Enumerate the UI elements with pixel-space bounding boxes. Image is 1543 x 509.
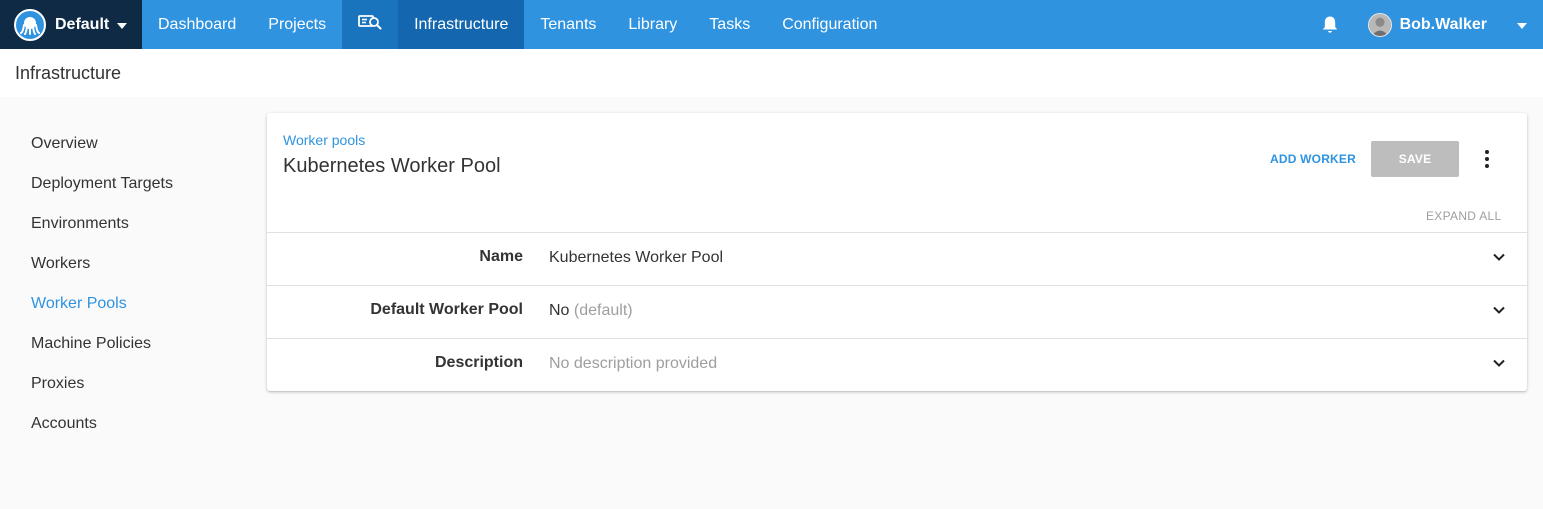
menu-dot	[1485, 150, 1489, 154]
sidebar-item-workers[interactable]: Workers	[31, 244, 251, 284]
row-label: Default Worker Pool	[370, 301, 523, 318]
server-search-icon	[358, 13, 382, 36]
sidebar-item-environments[interactable]: Environments	[31, 204, 251, 244]
avatar	[1367, 12, 1392, 37]
add-worker-button[interactable]: ADD WORKER	[1270, 152, 1356, 166]
user-menu[interactable]: Bob.Walker	[1352, 0, 1543, 49]
username: Bob.Walker	[1399, 15, 1487, 33]
page-title-worker-pool: Kubernetes Worker Pool	[283, 155, 501, 177]
chevron-down-icon	[1493, 253, 1505, 261]
chevron-down-icon	[1517, 22, 1527, 29]
chevron-down-icon	[1493, 306, 1505, 314]
expander-row-name[interactable]: Name Kubernetes Worker Pool	[267, 232, 1527, 285]
sidebar-item-accounts[interactable]: Accounts	[31, 404, 251, 444]
sidebar-item-proxies[interactable]: Proxies	[31, 364, 251, 404]
notifications-bell-icon[interactable]	[1308, 0, 1352, 49]
value-hint: (default)	[573, 302, 633, 319]
row-label: Name	[479, 248, 523, 265]
sidebar: Overview Deployment Targets Environments…	[31, 124, 251, 444]
space-name: Default	[55, 15, 110, 33]
save-button[interactable]: SAVE	[1371, 141, 1459, 177]
nav-tasks[interactable]: Tasks	[693, 0, 766, 49]
octopus-logo-icon	[14, 8, 46, 41]
nav-tenants[interactable]: Tenants	[524, 0, 612, 49]
overflow-menu-icon[interactable]	[1475, 145, 1499, 173]
menu-dot	[1485, 164, 1489, 168]
expander-row-default-worker-pool[interactable]: Default Worker Pool No (default)	[267, 285, 1527, 338]
sidebar-item-overview[interactable]: Overview	[31, 124, 251, 164]
nav-library[interactable]: Library	[612, 0, 693, 49]
value-hint: No description provided	[549, 355, 718, 372]
sidebar-item-deployment-targets[interactable]: Deployment Targets	[31, 164, 251, 204]
row-value: Kubernetes Worker Pool	[549, 249, 723, 267]
caret-down-icon	[117, 22, 128, 29]
nav-configuration[interactable]: Configuration	[766, 0, 893, 49]
nav-projects[interactable]: Projects	[252, 0, 342, 49]
nav-dashboard[interactable]: Dashboard	[142, 0, 252, 49]
page-header: Infrastructure	[0, 49, 1543, 97]
nav-search[interactable]	[342, 0, 399, 49]
row-value: No (default)	[549, 302, 633, 320]
menu-dot	[1485, 157, 1489, 161]
chevron-down-icon	[1493, 359, 1505, 367]
value-text: No	[549, 302, 570, 319]
space-switcher[interactable]: Default	[0, 0, 142, 49]
value-text: Kubernetes Worker Pool	[549, 249, 724, 266]
expand-all-button[interactable]: EXPAND ALL	[1426, 209, 1501, 223]
sidebar-item-machine-policies[interactable]: Machine Policies	[31, 324, 251, 364]
worker-pool-card: Worker pools Kubernetes Worker Pool ADD …	[267, 113, 1527, 391]
sidebar-item-worker-pools[interactable]: Worker Pools	[31, 284, 251, 324]
nav-right: Bob.Walker	[1308, 0, 1543, 49]
breadcrumb[interactable]: Worker pools	[283, 132, 365, 148]
page-title: Infrastructure	[15, 63, 122, 83]
nav-infrastructure[interactable]: Infrastructure	[398, 0, 525, 49]
expander-row-description[interactable]: Description No description provided	[267, 338, 1527, 391]
row-label: Description	[434, 354, 523, 371]
top-nav: Default Dashboard Projects Infrastructur…	[0, 0, 1543, 49]
row-value: No description provided	[549, 355, 717, 373]
